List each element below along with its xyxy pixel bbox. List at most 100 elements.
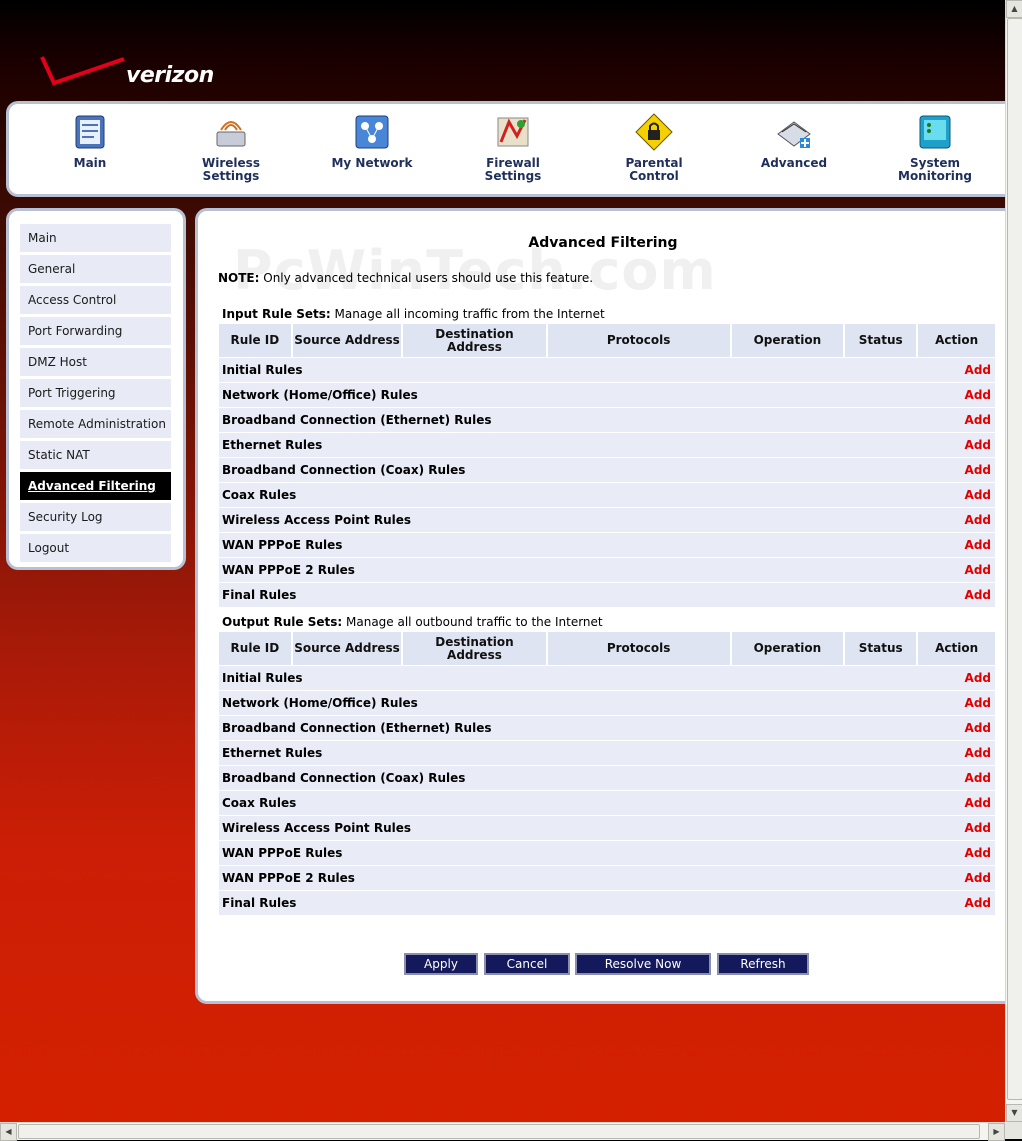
action-cell: Add [918,765,995,790]
note-label: NOTE: [218,271,260,285]
rule-set-name: WAN PPPoE Rules [219,532,919,557]
scroll-down-icon[interactable]: ▼ [1006,1104,1022,1122]
add-rule-link[interactable]: Add [965,696,991,710]
nav-wireless-settings[interactable]: Wireless Settings [171,112,291,183]
action-cell: Add [918,507,995,532]
horizontal-scroll-thumb[interactable] [18,1124,980,1139]
add-rule-link[interactable]: Add [965,438,991,452]
col-source-address: Source Address [292,632,404,665]
output-rule-sets-desc: Manage all outbound traffic to the Inter… [342,615,603,629]
add-rule-link[interactable]: Add [965,513,991,527]
action-cell: Add [918,557,995,582]
note-text: NOTE: Only advanced technical users shou… [218,271,593,285]
scroll-left-icon[interactable]: ◀ [0,1123,17,1141]
rule-set-name: Broadband Connection (Coax) Rules [219,457,919,482]
rule-set-name: Initial Rules [219,357,919,382]
resolve-now-button[interactable]: Resolve Now [575,953,711,975]
table-row: WAN PPPoE 2 Rules Add [219,557,995,582]
main-icon [75,115,105,149]
add-rule-link[interactable]: Add [965,721,991,735]
nav-parental-control[interactable]: Parental Control [594,112,714,183]
menu-item-logout[interactable]: Logout [19,533,171,562]
menu-item-main[interactable]: Main [19,223,171,252]
add-rule-link[interactable]: Add [965,796,991,810]
action-cell: Add [918,840,995,865]
add-rule-link[interactable]: Add [965,871,991,885]
add-rule-link[interactable]: Add [965,388,991,402]
add-rule-link[interactable]: Add [965,821,991,835]
nav-main[interactable]: Main [30,112,150,170]
nav-firewall-settings[interactable]: Firewall Settings [453,112,573,183]
vertical-scrollbar[interactable]: ▲ ▼ [1005,0,1022,1122]
action-cell: Add [918,432,995,457]
action-cell: Add [918,382,995,407]
scroll-right-icon[interactable]: ▶ [988,1123,1005,1141]
refresh-button[interactable]: Refresh [717,953,809,975]
col-operation: Operation [731,324,846,357]
add-rule-link[interactable]: Add [965,671,991,685]
rule-set-name: WAN PPPoE 2 Rules [219,557,919,582]
menu-item-port-triggering[interactable]: Port Triggering [19,378,171,407]
add-rule-link[interactable]: Add [965,588,991,602]
add-rule-link[interactable]: Add [965,771,991,785]
nav-advanced[interactable]: Advanced [734,112,854,170]
menu-item-access-control[interactable]: Access Control [19,285,171,314]
table-row: Broadband Connection (Coax) Rules Add [219,457,995,482]
input-rule-sets-label: Input Rule Sets: [222,307,331,321]
action-cell: Add [918,532,995,557]
action-cell: Add [918,407,995,432]
vertical-scroll-thumb[interactable] [1007,18,1022,1100]
add-rule-link[interactable]: Add [965,563,991,577]
col-action: Action [918,324,995,357]
add-rule-link[interactable]: Add [965,488,991,502]
nav-firewall-settings-label: Firewall Settings [484,156,542,183]
nav-system-monitoring[interactable]: System Monitoring [875,112,995,183]
add-rule-link[interactable]: Add [965,363,991,377]
menu-item-security-log[interactable]: Security Log [19,502,171,531]
table-row: Broadband Connection (Ethernet) Rules Add [219,407,995,432]
table-row: Ethernet Rules Add [219,740,995,765]
action-cell: Add [918,690,995,715]
add-rule-link[interactable]: Add [965,746,991,760]
nav-advanced-label: Advanced [760,156,828,170]
col-protocols: Protocols [547,324,732,357]
rule-set-name: Final Rules [219,890,919,915]
horizontal-scrollbar[interactable]: ◀ ▶ [0,1122,1005,1141]
add-rule-link[interactable]: Add [965,896,991,910]
col-destination-address: Destination Address [403,324,548,357]
rule-set-name: Coax Rules [219,482,919,507]
col-rule-id: Rule ID [219,632,293,665]
col-rule-id: Rule ID [219,324,293,357]
verizon-logo: verizon [40,55,230,100]
apply-button[interactable]: Apply [404,953,478,975]
menu-item-remote-administration[interactable]: Remote Administration [19,409,171,438]
add-rule-link[interactable]: Add [965,846,991,860]
menu-item-dmz-host[interactable]: DMZ Host [19,347,171,376]
menu-item-advanced-filtering[interactable]: Advanced Filtering [19,471,171,500]
menu-item-static-nat[interactable]: Static NAT [19,440,171,469]
rule-set-name: Ethernet Rules [219,432,919,457]
add-rule-link[interactable]: Add [965,463,991,477]
system-monitoring-icon [919,115,951,149]
menu-item-general[interactable]: General [19,254,171,283]
rule-set-name: Wireless Access Point Rules [219,507,919,532]
verizon-check-logo-icon [40,56,125,86]
brand-name: verizon [126,63,214,88]
menu-item-port-forwarding[interactable]: Port Forwarding [19,316,171,345]
cancel-button[interactable]: Cancel [484,953,570,975]
rule-set-name: Final Rules [219,582,919,607]
input-rules-table: Rule ID Source Address Destination Addre… [219,324,995,607]
rule-set-name: Network (Home/Office) Rules [219,382,919,407]
add-rule-link[interactable]: Add [965,538,991,552]
scroll-up-icon[interactable]: ▲ [1006,0,1022,18]
input-rule-sets-heading: Input Rule Sets: Manage all incoming tra… [222,307,605,321]
table-row: Network (Home/Office) Rules Add [219,690,995,715]
action-cell: Add [918,357,995,382]
nav-parental-control-label: Parental Control [625,156,683,183]
col-destination-address: Destination Address [403,632,548,665]
nav-my-network[interactable]: My Network [312,112,432,170]
table-row: Network (Home/Office) Rules Add [219,382,995,407]
action-cell: Add [918,865,995,890]
add-rule-link[interactable]: Add [965,413,991,427]
table-row: Broadband Connection (Coax) Rules Add [219,765,995,790]
